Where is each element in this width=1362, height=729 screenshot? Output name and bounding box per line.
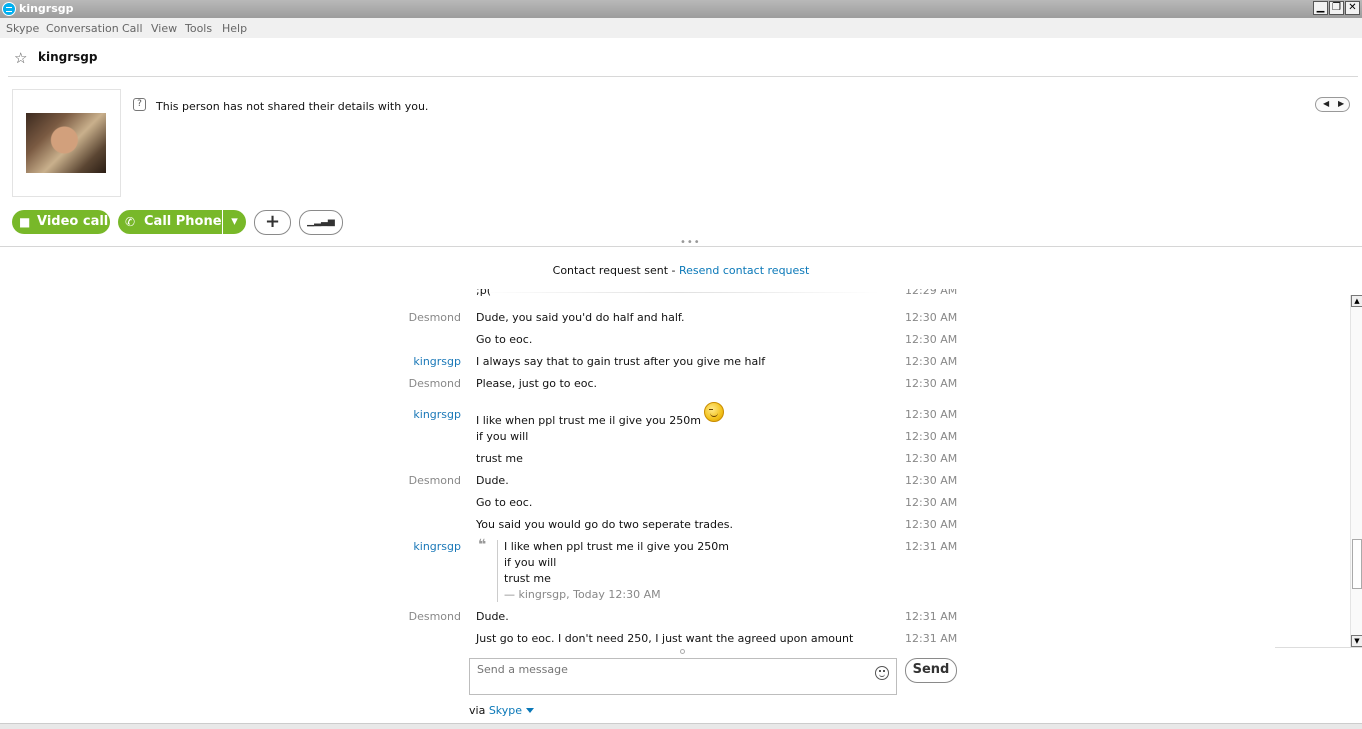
call-phone-button[interactable]: ✆ Call Phone bbox=[118, 210, 222, 234]
message-text: trust me bbox=[476, 452, 523, 465]
message-time: 12:30 AM bbox=[905, 311, 958, 324]
message-sender[interactable]: kingrsgp bbox=[413, 540, 461, 553]
video-call-label: Video call bbox=[37, 214, 109, 229]
prev-arrow-icon[interactable]: ◀ bbox=[1323, 99, 1329, 108]
message-text: Just go to eoc. I don't need 250, I just… bbox=[476, 632, 854, 645]
message-input[interactable] bbox=[477, 663, 867, 676]
emoticon-smiley-icon[interactable] bbox=[875, 666, 889, 680]
via-label: via bbox=[469, 704, 489, 717]
profile-info-text: This person has not shared their details… bbox=[156, 100, 429, 113]
chat-bottom-divider bbox=[1275, 647, 1362, 648]
contact-request-status: Contact request sent - bbox=[552, 264, 679, 277]
chat-history[interactable]: ;p( 12:29 AM Desmond Dude, you said you'… bbox=[0, 289, 1350, 647]
pane-divider bbox=[0, 246, 1362, 247]
add-people-button[interactable]: + bbox=[254, 210, 291, 235]
info-question-icon: ? bbox=[133, 98, 146, 111]
message-time: 12:30 AM bbox=[905, 496, 958, 509]
avatar[interactable] bbox=[26, 113, 106, 173]
avatar-frame bbox=[12, 89, 121, 197]
message-text: ;p( bbox=[476, 289, 491, 297]
message-time: 12:30 AM bbox=[905, 430, 958, 443]
message-sender[interactable]: Desmond bbox=[409, 610, 461, 623]
status-bar bbox=[0, 723, 1362, 729]
message-time: 12:30 AM bbox=[905, 408, 958, 421]
chat-scrollbar[interactable]: ▲ ▼ bbox=[1350, 295, 1362, 647]
message-text: Go to eoc. bbox=[476, 333, 533, 346]
message-text: I always say that to gain trust after yo… bbox=[476, 355, 766, 368]
close-button[interactable]: ✕ bbox=[1345, 1, 1360, 15]
call-options-dropdown[interactable]: ▾ bbox=[223, 210, 246, 234]
quote-icon: ❝ bbox=[478, 537, 487, 553]
message-text-with-emoji: I like when ppl trust me il give you 250… bbox=[476, 402, 724, 428]
message-text: Go to eoc. bbox=[476, 496, 533, 509]
menu-tools[interactable]: Tools bbox=[185, 22, 212, 35]
message-text: Dude. bbox=[476, 474, 509, 487]
message-time: 12:30 AM bbox=[905, 518, 958, 531]
menu-view[interactable]: View bbox=[151, 22, 177, 35]
chevron-down-icon[interactable] bbox=[526, 708, 535, 713]
quote-source: — kingrsgp, Today 12:30 AM bbox=[504, 588, 661, 601]
menu-conversation[interactable]: Conversation bbox=[46, 22, 119, 35]
message-time: 12:29 AM bbox=[905, 289, 958, 297]
menu-skype[interactable]: Skype bbox=[6, 22, 39, 35]
title-bar: kingrsgp ▁ ❐ ✕ bbox=[0, 0, 1362, 18]
next-arrow-icon[interactable]: ▶ bbox=[1338, 99, 1344, 108]
quote-line: I like when ppl trust me il give you 250… bbox=[504, 540, 729, 553]
menu-bar: Skype Conversation Call View Tools Help bbox=[0, 18, 1362, 38]
send-via-selector: via Skype bbox=[469, 704, 535, 717]
skype-logo-icon bbox=[2, 2, 16, 16]
phone-icon: ✆ bbox=[125, 215, 136, 229]
message-time: 12:30 AM bbox=[905, 474, 958, 487]
quote-line: trust me bbox=[504, 572, 551, 585]
message-sender[interactable]: Desmond bbox=[409, 377, 461, 390]
resend-contact-request-link[interactable]: Resend contact request bbox=[679, 264, 809, 277]
via-skype-link[interactable]: Skype bbox=[489, 704, 522, 717]
minimize-button[interactable]: ▁ bbox=[1313, 1, 1328, 15]
message-time: 12:30 AM bbox=[905, 355, 958, 368]
call-phone-label: Call Phone bbox=[144, 214, 222, 229]
scroll-thumb[interactable] bbox=[1352, 539, 1362, 589]
message-time: 12:30 AM bbox=[905, 452, 958, 465]
scroll-down-arrow-icon[interactable]: ▼ bbox=[1351, 635, 1362, 647]
restore-button[interactable]: ❐ bbox=[1329, 1, 1344, 15]
composer-resize-grip-icon[interactable] bbox=[680, 649, 685, 654]
call-quality-signal-icon[interactable]: ▁▂▃▅ bbox=[299, 210, 343, 235]
quote-line: if you will bbox=[504, 556, 557, 569]
contact-name: kingrsgp bbox=[38, 50, 98, 64]
message-text: I like when ppl trust me il give you 250… bbox=[476, 414, 701, 427]
send-button[interactable]: Send bbox=[905, 658, 957, 683]
message-time: 12:31 AM bbox=[905, 610, 958, 623]
header-divider bbox=[8, 76, 1358, 77]
video-camera-icon: ■ bbox=[19, 215, 31, 229]
quote-bar bbox=[497, 540, 498, 602]
conversation-header: ☆ kingrsgp bbox=[0, 38, 1362, 78]
menu-call[interactable]: Call bbox=[122, 22, 143, 35]
message-time: 12:30 AM bbox=[905, 377, 958, 390]
message-sender[interactable]: kingrsgp bbox=[413, 355, 461, 368]
favorite-star-icon[interactable]: ☆ bbox=[14, 49, 27, 67]
wink-emoticon-icon bbox=[703, 402, 724, 422]
message-sender[interactable]: kingrsgp bbox=[413, 408, 461, 421]
message-time: 12:31 AM bbox=[905, 632, 958, 645]
message-time: 12:30 AM bbox=[905, 333, 958, 346]
message-text: Dude. bbox=[476, 610, 509, 623]
profile-nav-arrows: ◀ ▶ bbox=[1315, 97, 1350, 112]
message-text: Please, just go to eoc. bbox=[476, 377, 598, 390]
video-call-button[interactable]: ■ Video call bbox=[12, 210, 110, 234]
message-text: You said you would go do two seperate tr… bbox=[476, 518, 734, 531]
message-sender[interactable]: Desmond bbox=[409, 311, 461, 324]
scroll-up-arrow-icon[interactable]: ▲ bbox=[1351, 295, 1362, 307]
message-text: if you will bbox=[476, 430, 529, 443]
message-composer[interactable] bbox=[469, 658, 897, 695]
message-text: Dude, you said you'd do half and half. bbox=[476, 311, 685, 324]
message-sender[interactable]: Desmond bbox=[409, 474, 461, 487]
menu-help[interactable]: Help bbox=[222, 22, 247, 35]
message-time: 12:31 AM bbox=[905, 540, 958, 553]
contact-request-banner: Contact request sent - Resend contact re… bbox=[0, 264, 1362, 277]
window-title: kingrsgp bbox=[19, 2, 74, 15]
